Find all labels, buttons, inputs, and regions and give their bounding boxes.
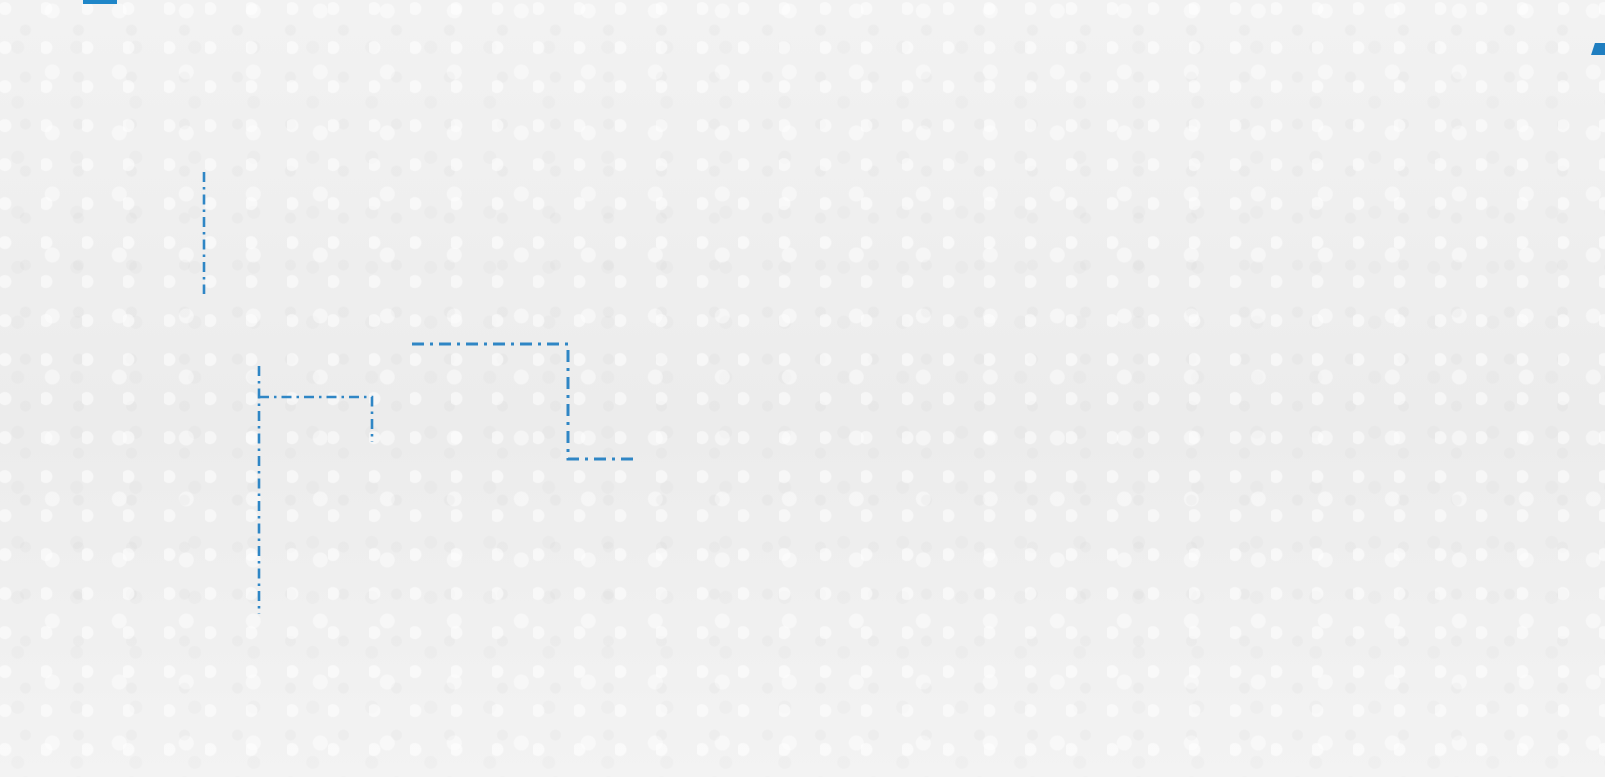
top-edge-mark bbox=[83, 0, 117, 4]
diagram-canvas: curl –X POST /api/v1/namespaces/default/… bbox=[0, 0, 1605, 777]
top-right-edge-mark bbox=[1591, 43, 1605, 55]
connector-lines bbox=[202, 172, 633, 614]
